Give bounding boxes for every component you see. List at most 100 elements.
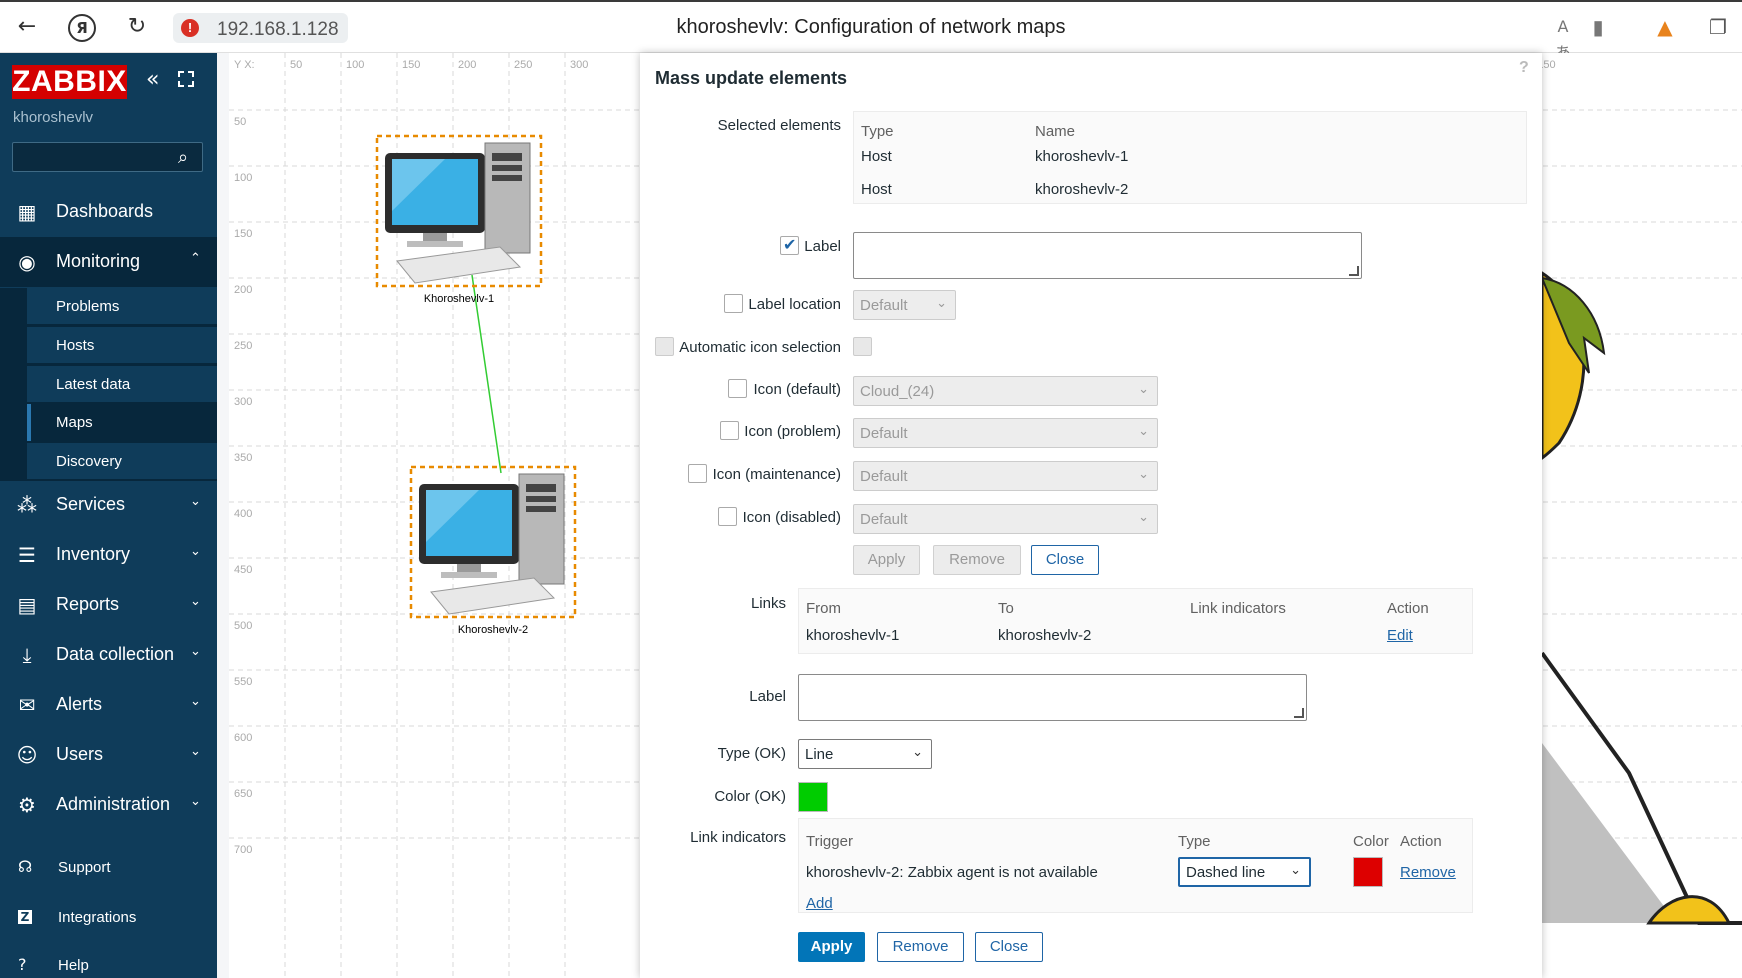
submenu-item-hosts[interactable]: Hosts [27, 327, 217, 364]
bookmark-icon[interactable]: ▮ [1585, 14, 1611, 40]
icon-disabled-select[interactable]: Default ⌄ [853, 504, 1158, 534]
zabbix-logo[interactable]: ZABBIX [12, 65, 127, 99]
submenu-label: Maps [56, 414, 93, 431]
nav-dashboards[interactable]: ▦ Dashboards [0, 187, 217, 237]
map-host-2[interactable]: Khoroshevlv-2 [409, 465, 577, 636]
icon-default-select[interactable]: Cloud_(24) ⌄ [853, 376, 1158, 406]
submenu-item-maps[interactable]: Maps [27, 404, 217, 441]
search-icon[interactable]: ⌕ [178, 147, 188, 168]
icon-maintenance-label: Icon (maintenance) [712, 466, 841, 483]
footer-label: Support [58, 859, 111, 876]
translate-icon[interactable]: Aあ [1550, 14, 1576, 62]
y-tick-label: 450 [234, 564, 252, 576]
chevron-down-icon: ⌄ [190, 794, 201, 809]
remove-indicator-button[interactable]: Remove [1400, 864, 1456, 881]
services-icon: ⁂ [17, 493, 37, 517]
map-host-1[interactable]: Khoroshevlv-1 [375, 134, 543, 305]
submenu-item-discovery[interactable]: Discovery [27, 443, 217, 480]
selected-elements-label: Selected elements [717, 117, 841, 134]
submenu-label: Problems [56, 298, 120, 315]
nav-users[interactable]: ☺ Users ⌄ [0, 730, 217, 780]
search-input[interactable] [12, 142, 203, 172]
nav-label: Users [56, 744, 104, 764]
indicator-color-swatch[interactable] [1353, 857, 1383, 887]
select-value: Cloud_(24) [860, 383, 935, 400]
link-color-swatch[interactable] [798, 782, 828, 812]
nav-label: Dashboards [56, 201, 154, 221]
table-header-type: Type [861, 123, 894, 140]
eye-icon: ◉ [18, 250, 36, 274]
label-field-label: Label [804, 238, 841, 255]
add-indicator-button[interactable]: Add [806, 895, 833, 912]
dashboard-icon: ▦ [17, 200, 37, 224]
metamask-fox-icon[interactable]: ▲ [1652, 14, 1678, 40]
link-label-textarea[interactable] [798, 674, 1307, 721]
x-tick-label: 250 [514, 59, 532, 71]
chevron-down-icon: ⌄ [912, 745, 923, 760]
apply-link-button[interactable]: Apply [798, 932, 865, 962]
icon-disabled-label: Icon (disabled) [742, 509, 841, 526]
auto-icon-checkbox[interactable] [853, 337, 872, 356]
nav-label: Services [56, 494, 126, 514]
nav-monitoring[interactable]: ◉ Monitoring ⌃ [0, 237, 217, 287]
collapse-sidebar-icon[interactable]: « [146, 67, 159, 92]
edit-link-button[interactable]: Edit [1387, 627, 1413, 644]
label-location-select[interactable]: Default ⌄ [853, 290, 956, 320]
link-color-label: Color (OK) [714, 788, 786, 805]
collections-icon[interactable]: ❐ [1705, 14, 1731, 40]
help-icon[interactable]: ? [1519, 59, 1529, 77]
footer-support[interactable]: ☊ Support [0, 848, 217, 888]
link-indicators-table: Trigger Type Color Action khoroshevlv-2:… [798, 818, 1473, 913]
nav-reports[interactable]: ▤ Reports ⌄ [0, 580, 217, 630]
envelope-icon: ✉ [18, 693, 36, 717]
footer-help[interactable]: ? Help [0, 946, 217, 978]
chevron-up-icon: ⌃ [190, 251, 201, 266]
nav-administration[interactable]: ⚙ Administration ⌄ [0, 780, 217, 830]
y-tick-label: 300 [234, 396, 252, 408]
indicator-type-select[interactable]: Dashed line ⌄ [1178, 857, 1311, 887]
submenu-label: Discovery [56, 453, 122, 470]
nav-inventory[interactable]: ☰ Inventory ⌄ [0, 530, 217, 580]
chevron-down-icon: ⌄ [1138, 424, 1149, 439]
icon-problem-select[interactable]: Default ⌄ [853, 418, 1158, 448]
icon-maintenance-select[interactable]: Default ⌄ [853, 461, 1158, 491]
nav-label: Reports [56, 594, 120, 614]
link-from: khoroshevlv-1 [806, 627, 900, 644]
nav-label: Alerts [56, 694, 103, 714]
submenu-item-problems[interactable]: Problems [27, 288, 217, 325]
kiosk-mode-icon[interactable] [178, 71, 194, 87]
x-tick-label: 50 [290, 59, 302, 71]
username: khoroshevlv [13, 109, 94, 126]
monitoring-submenu: Problems Hosts Latest data Maps Discover… [0, 288, 217, 481]
y-tick-label: 700 [234, 844, 252, 856]
table-header-type: Type [1178, 833, 1211, 850]
table-cell-name: khoroshevlv-1 [1035, 148, 1129, 165]
nav-data-collection[interactable]: ⤓ Data collection ⌄ [0, 630, 217, 680]
computer-icon [385, 142, 531, 284]
background-cartoon-image [1540, 270, 1742, 925]
remove-link-button[interactable]: Remove [877, 932, 964, 962]
links-label: Links [750, 595, 786, 612]
page-title: khoroshevlv: Configuration of network ma… [676, 16, 1066, 38]
y-tick-label: 50 [234, 116, 246, 128]
submenu-item-latest-data[interactable]: Latest data [27, 366, 217, 403]
footer-integrations[interactable]: Z Integrations [0, 898, 217, 938]
icon-default-label: Icon (default) [753, 381, 841, 398]
link-type-select[interactable]: Line ⌄ [798, 739, 932, 769]
nav-services[interactable]: ⁂ Services ⌄ [0, 480, 217, 530]
close-elements-button[interactable]: Close [1031, 545, 1099, 575]
icon-disabled-checkbox[interactable] [718, 507, 737, 526]
chevron-down-icon: ⌄ [1138, 382, 1149, 397]
apply-elements-button[interactable]: Apply [853, 545, 920, 575]
label-checkbox[interactable] [780, 235, 799, 255]
z-icon: Z [18, 910, 32, 924]
nav-label: Inventory [56, 544, 131, 564]
nav-alerts[interactable]: ✉ Alerts ⌄ [0, 680, 217, 730]
table-cell-name: khoroshevlv-2 [1035, 181, 1129, 198]
x-tick-label: 200 [458, 59, 476, 71]
grid-corner-label: Y X: [234, 59, 255, 71]
icon-problem-checkbox[interactable] [720, 421, 739, 440]
remove-elements-button[interactable]: Remove [933, 545, 1021, 575]
label-textarea[interactable] [853, 232, 1362, 279]
close-link-button[interactable]: Close [975, 932, 1043, 962]
